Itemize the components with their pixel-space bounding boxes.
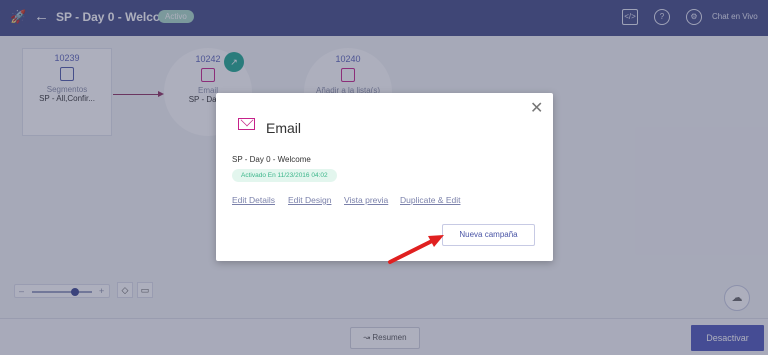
email-modal: Email ✕ SP - Day 0 - Welcome Activado En… <box>216 93 553 261</box>
modal-title: Email <box>266 120 302 136</box>
campaign-name: SP - Day 0 - Welcome <box>232 155 311 164</box>
annotation-arrow <box>388 235 444 264</box>
close-icon[interactable]: ✕ <box>530 101 543 117</box>
new-campaign-button[interactable]: Nueva campaña <box>442 224 535 246</box>
email-icon <box>238 118 255 130</box>
preview-link[interactable]: Vista previa <box>344 195 388 205</box>
activated-badge: Activado En 11/23/2016 04:02 <box>232 169 337 182</box>
edit-design-link[interactable]: Edit Design <box>288 195 331 205</box>
duplicate-edit-link[interactable]: Duplicate & Edit <box>400 195 460 205</box>
edit-details-link[interactable]: Edit Details <box>232 195 275 205</box>
